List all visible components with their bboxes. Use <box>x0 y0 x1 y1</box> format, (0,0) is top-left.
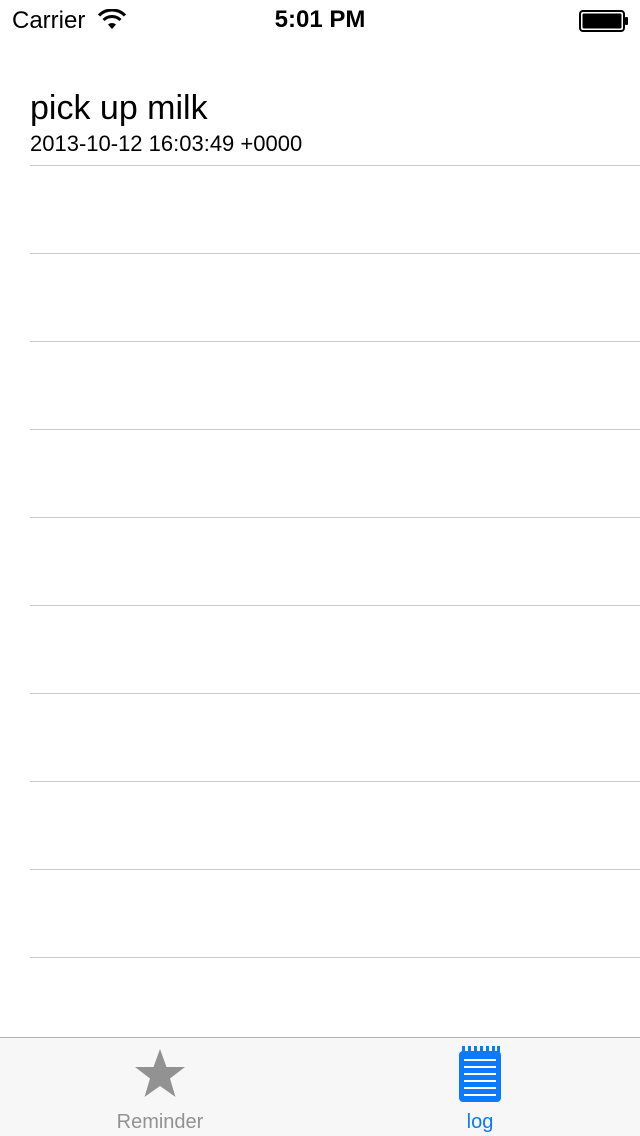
screen: Carrier 5:01 PM pick up milk 2013-10-12 … <box>0 0 640 1136</box>
row-separator <box>30 957 640 958</box>
empty-row <box>0 606 640 694</box>
log-list: pick up milk 2013-10-12 16:03:49 +0000 <box>0 78 640 958</box>
log-entry-timestamp: 2013-10-12 16:03:49 +0000 <box>30 131 303 156</box>
empty-row <box>0 518 640 606</box>
log-entry-row[interactable]: pick up milk 2013-10-12 16:03:49 +0000 <box>0 78 640 166</box>
empty-row <box>0 694 640 782</box>
tab-reminder[interactable]: Reminder <box>0 1038 320 1136</box>
star-icon <box>135 1049 185 1097</box>
battery-icon <box>579 10 628 32</box>
notepad-icon <box>459 1046 501 1102</box>
tab-log-label: log <box>466 1111 494 1133</box>
empty-row <box>0 782 640 870</box>
tab-log[interactable]: log <box>320 1038 640 1136</box>
log-entry-title: pick up milk <box>30 89 208 127</box>
empty-row <box>0 430 640 518</box>
clock-time: 5:01 PM <box>274 6 366 33</box>
tab-reminder-label: Reminder <box>116 1111 204 1133</box>
tab-bar: Reminder log <box>0 1037 640 1136</box>
empty-row <box>0 342 640 430</box>
empty-row <box>0 166 640 254</box>
empty-row <box>0 254 640 342</box>
status-bar: Carrier 5:01 PM <box>0 0 640 40</box>
empty-row <box>0 870 640 958</box>
